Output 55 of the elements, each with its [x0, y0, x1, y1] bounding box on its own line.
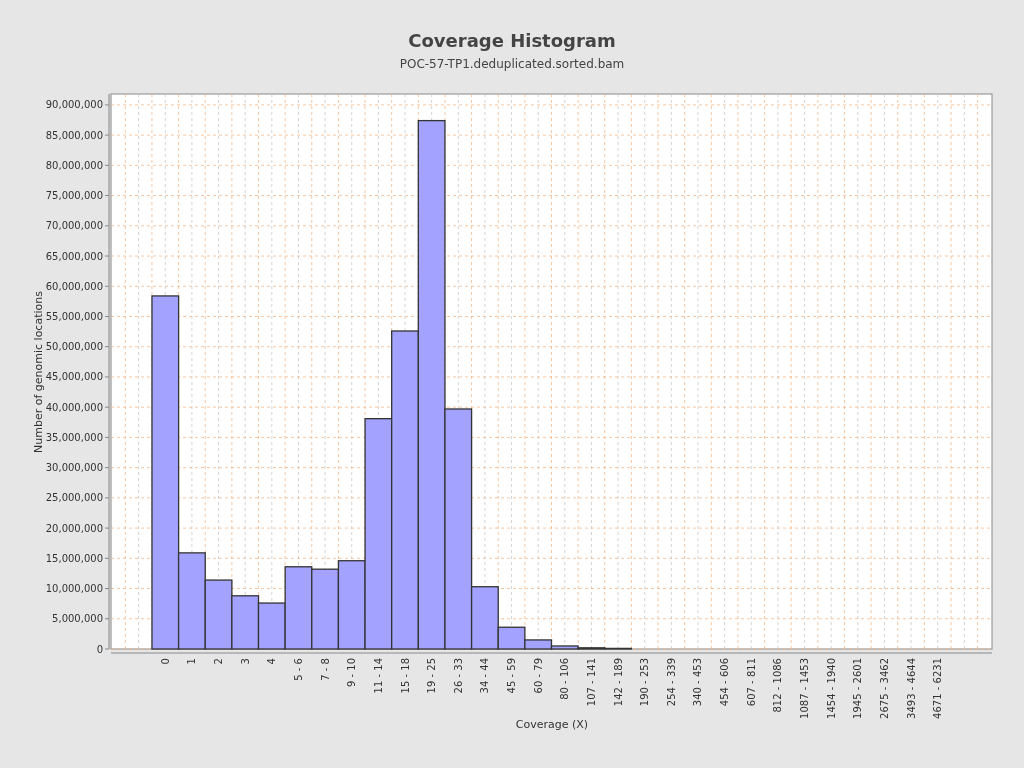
- y-tick-label: 20,000,000: [45, 522, 103, 534]
- y-tick-label: 40,000,000: [45, 401, 103, 413]
- x-tick-label: 9 - 10: [346, 658, 358, 688]
- x-tick-label: 107 - 141: [585, 658, 597, 707]
- y-axis-label: Number of genomic locations: [32, 291, 45, 453]
- y-tick-label: 80,000,000: [45, 159, 103, 171]
- y-tick-label: 15,000,000: [45, 552, 103, 564]
- x-tick-label: 454 - 606: [719, 658, 731, 707]
- chart-title: Coverage Histogram: [408, 30, 616, 52]
- x-tick-label: 2: [213, 658, 225, 665]
- x-tick-label: 4671 - 6231: [932, 658, 944, 719]
- y-tick-label: 60,000,000: [45, 280, 103, 292]
- y-tick-label: 10,000,000: [45, 583, 103, 595]
- x-tick-label: 1454 - 1940: [825, 658, 837, 719]
- x-tick-label: 34 - 44: [479, 658, 491, 694]
- x-tick-label: 1087 - 1453: [799, 658, 811, 719]
- y-tick-label: 30,000,000: [45, 462, 103, 474]
- x-tick-label: 142 - 189: [612, 658, 624, 707]
- x-tick-label: 19 - 25: [426, 658, 438, 694]
- x-tick-label: 3493 - 4644: [905, 658, 917, 719]
- x-tick-label: 60 - 79: [532, 658, 544, 694]
- x-tick-label: 0: [159, 658, 171, 665]
- x-tick-label: 5 - 6: [292, 658, 304, 681]
- x-tick-label: 2675 - 3462: [878, 658, 890, 719]
- y-tick-label: 85,000,000: [45, 129, 103, 141]
- x-tick-label: 15 - 18: [399, 658, 411, 694]
- y-tick-label: 90,000,000: [45, 99, 103, 111]
- histogram-bar: [204, 579, 233, 650]
- y-tick-label: 55,000,000: [45, 311, 103, 322]
- y-tick-label: 75,000,000: [45, 190, 103, 202]
- x-tick-label: 812 - 1086: [772, 658, 784, 713]
- x-tick-label: 26 - 33: [452, 658, 464, 694]
- x-tick-label: 1945 - 2601: [852, 658, 864, 719]
- y-tick-label: 70,000,000: [45, 220, 103, 232]
- y-tick-label: 65,000,000: [45, 250, 103, 262]
- y-tick-label: 50,000,000: [45, 341, 103, 353]
- x-tick-label: 190 - 253: [639, 658, 651, 707]
- chart-subtitle: POC-57-TP1.deduplicated.sorted.bam: [399, 57, 625, 72]
- histogram-bar: [231, 595, 260, 650]
- x-tick-label: 7 - 8: [319, 658, 331, 681]
- x-tick-label: 1: [186, 658, 198, 665]
- x-tick-label: 254 - 339: [665, 658, 677, 707]
- x-tick-label: 3: [239, 658, 251, 665]
- x-tick-label: 4: [266, 658, 278, 665]
- y-tick-label: 0: [96, 643, 103, 655]
- y-tick-label: 35,000,000: [45, 431, 103, 443]
- x-tick-label: 340 - 453: [692, 658, 704, 707]
- x-tick-label: 45 - 59: [506, 658, 518, 694]
- y-tick-label: 5,000,000: [52, 613, 103, 625]
- x-tick-label: 11 - 14: [372, 658, 384, 694]
- x-axis-label: Coverage (X): [515, 718, 589, 731]
- x-tick-label: 80 - 106: [559, 658, 571, 700]
- x-tick-label: 607 - 811: [745, 658, 757, 707]
- y-tick-label: 45,000,000: [45, 371, 103, 383]
- y-tick-label: 25,000,000: [45, 492, 103, 504]
